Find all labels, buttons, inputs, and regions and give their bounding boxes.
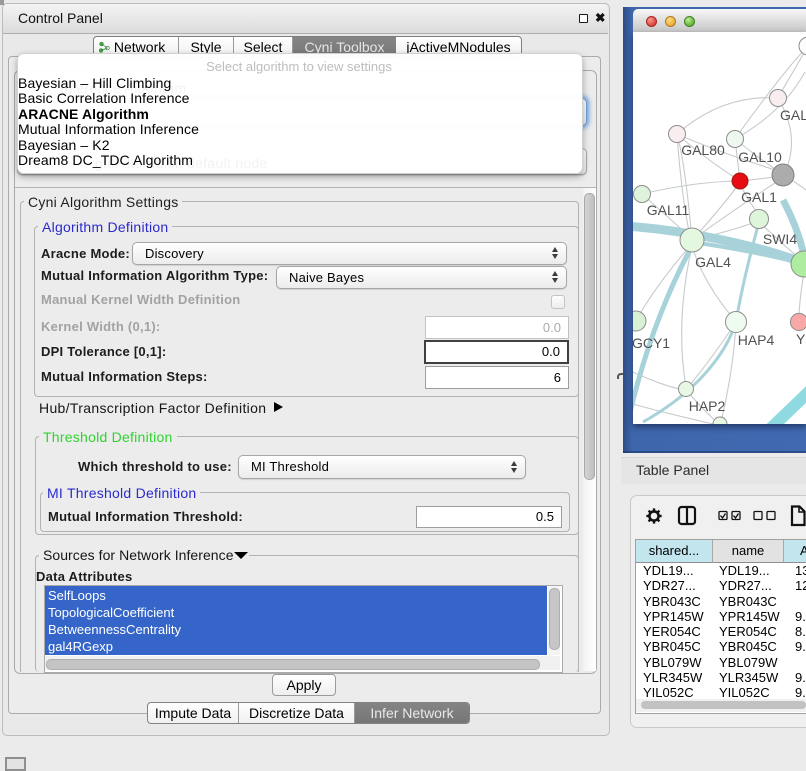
svg-text:GAL1: GAL1 [741,189,777,205]
svg-text:GAL4: GAL4 [695,254,731,270]
svg-text:HAP2: HAP2 [689,398,726,414]
svg-text:GAL11: GAL11 [647,202,690,218]
svg-text:GAL10: GAL10 [738,149,782,165]
svg-text:YM: YM [796,331,806,347]
svg-text:GAL80: GAL80 [681,142,725,158]
svg-text:GCY1: GCY1 [633,335,670,351]
svg-text:SWI4: SWI4 [763,231,797,247]
svg-text:GAL7: GAL7 [780,107,806,123]
svg-text:HAP4: HAP4 [738,332,775,348]
